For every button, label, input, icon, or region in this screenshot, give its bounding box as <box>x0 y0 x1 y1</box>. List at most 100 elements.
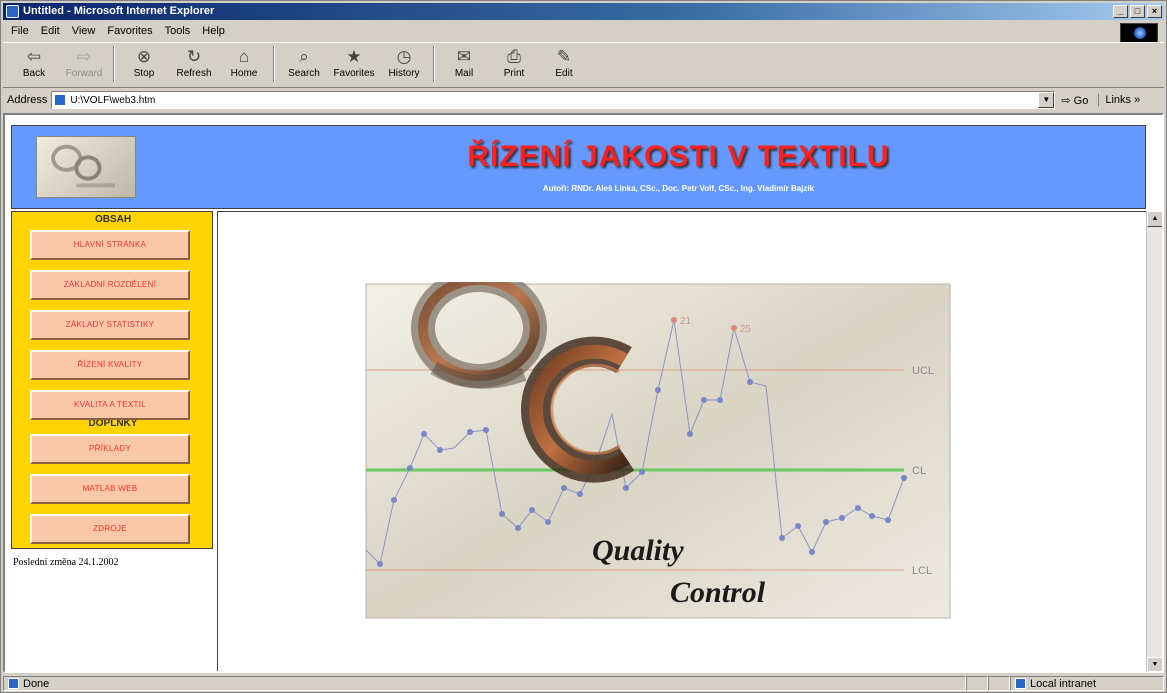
toolbar-label: Edit <box>555 68 573 79</box>
stop-button[interactable]: ⊗ Stop <box>119 46 169 86</box>
favorites-icon: ★ <box>346 47 362 66</box>
page-icon <box>54 94 67 106</box>
menu-favorites[interactable]: Favorites <box>107 22 152 40</box>
point-label-21: 21 <box>680 316 692 327</box>
vertical-scrollbar[interactable]: ▲ ▼ <box>1146 211 1162 671</box>
main-frame: UCL CL LCL 21 25 Quality Control <box>217 211 1146 671</box>
ie-throbber-logo <box>1120 23 1158 43</box>
search-button[interactable]: ⌕ Search <box>279 46 329 86</box>
nav-button[interactable]: ŘÍZENÍ KVALITY <box>30 350 190 380</box>
nav-button[interactable]: HLAVNÍ STRÁNKA <box>30 230 190 260</box>
status-text-panel: Done <box>3 676 966 691</box>
nav-button[interactable]: KVALITA A TEXTIL <box>30 390 190 420</box>
back-arrow-icon: ⇦ <box>26 47 42 66</box>
menu-file[interactable]: File <box>11 22 29 40</box>
menu-help[interactable]: Help <box>202 22 225 40</box>
search-icon: ⌕ <box>299 47 309 66</box>
address-dropdown-icon[interactable]: ▼ <box>1038 92 1055 108</box>
refresh-button[interactable]: ↻ Refresh <box>169 46 219 86</box>
toolbar-separator <box>113 46 115 82</box>
page-title: ŘÍZENÍ JAKOSTI V TEXTILU <box>467 140 890 173</box>
go-label: Go <box>1073 94 1089 107</box>
mail-button[interactable]: ✉ Mail <box>439 46 489 86</box>
scroll-up-icon[interactable]: ▲ <box>1147 211 1162 227</box>
go-button[interactable]: ⇨ Go <box>1061 94 1088 107</box>
quality-caption: Quality <box>592 534 684 567</box>
quality-control-image: UCL CL LCL 21 25 Quality Control <box>365 282 951 619</box>
cl-label: CL <box>912 465 926 477</box>
left-sidebar: OBSAH DOPLŇKY HLAVNÍ STRÁNKA ZÁKLADNÍ ROZ… <box>11 211 213 657</box>
address-value: U:\VOLF\web3.htm <box>70 94 156 106</box>
go-arrow-icon: ⇨ <box>1061 94 1071 107</box>
toolbar-separator <box>433 46 435 82</box>
security-zone-panel: Local intranet <box>1010 676 1164 691</box>
title-bar: Untitled - Microsoft Internet Explorer _… <box>3 3 1164 20</box>
ie-app-icon[interactable] <box>6 5 19 18</box>
menu-tools[interactable]: Tools <box>165 22 191 40</box>
extras-nav-button[interactable]: MATLAB WEB <box>30 474 190 504</box>
extras-nav-button[interactable]: PŘÍKLADY <box>30 434 190 464</box>
favorites-button[interactable]: ★ Favorites <box>329 46 379 86</box>
toolbar-label: Print <box>503 68 525 79</box>
edit-icon: ✎ <box>556 47 572 66</box>
status-cell <box>966 676 988 691</box>
toolbar-label: Search <box>288 68 320 79</box>
intranet-zone-icon <box>1015 678 1026 689</box>
contents-heading: OBSAH <box>94 214 132 225</box>
extras-nav-button[interactable]: ZDROJE <box>30 514 190 544</box>
menu-view[interactable]: View <box>72 22 96 40</box>
toolbar-label: Favorites <box>333 68 375 79</box>
forward-button[interactable]: ⇨ Forward <box>59 46 109 86</box>
history-icon: ◷ <box>396 47 412 66</box>
home-icon: ⌂ <box>238 47 250 66</box>
forward-arrow-icon: ⇨ <box>76 47 92 66</box>
address-label: Address <box>7 94 48 106</box>
address-field[interactable]: U:\VOLF\web3.htm ▼ <box>51 91 1056 109</box>
browser-window: Untitled - Microsoft Internet Explorer _… <box>0 0 1167 693</box>
close-button[interactable]: × <box>1147 5 1162 18</box>
links-button[interactable]: Links » <box>1098 94 1140 106</box>
toolbar-label: Home <box>230 68 258 79</box>
edit-button[interactable]: ✎ Edit <box>539 46 589 86</box>
page-content: ŘÍZENÍ JAKOSTI V TEXTILU Autoři: RNDr. A… <box>3 113 1164 673</box>
authors-line: Autoři: RNDr. Aleš Linka, CSc., Doc. Pet… <box>542 184 815 193</box>
navigation-panel: OBSAH DOPLŇKY HLAVNÍ STRÁNKA ZÁKLADNÍ ROZ… <box>11 211 213 549</box>
qc-logo-graphic <box>51 144 116 188</box>
status-cell <box>988 676 1010 691</box>
print-button[interactable]: ⎙ Print <box>489 46 539 86</box>
toolbar-label: History <box>388 68 420 79</box>
mail-icon: ✉ <box>456 47 472 66</box>
last-modified: Poslední změna 24.1.2002 <box>13 557 119 568</box>
page-done-icon <box>8 678 19 689</box>
home-button[interactable]: ⌂ Home <box>219 46 269 86</box>
status-text: Done <box>23 677 50 690</box>
toolbar-label: Back <box>22 68 46 79</box>
toolbar-label: Refresh <box>176 68 212 79</box>
print-icon: ⎙ <box>507 47 521 66</box>
menu-edit[interactable]: Edit <box>41 22 60 40</box>
toolbar-label: Mail <box>454 68 474 79</box>
address-bar: Address U:\VOLF\web3.htm ▼ ⇨ Go Links » <box>3 90 1164 110</box>
maximize-button[interactable]: □ <box>1130 5 1145 18</box>
back-button[interactable]: ⇦ Back <box>9 46 59 86</box>
qc-logo-image <box>36 136 136 198</box>
refresh-icon: ↻ <box>186 47 202 66</box>
toolbar-label: Forward <box>65 68 103 79</box>
page-banner: ŘÍZENÍ JAKOSTI V TEXTILU Autoři: RNDr. A… <box>11 125 1146 209</box>
menu-bar: File Edit View Favorites Tools Help <box>3 22 1164 40</box>
control-caption: Control <box>670 576 766 609</box>
status-bar: Done Local intranet <box>3 675 1164 692</box>
scroll-down-icon[interactable]: ▼ <box>1147 657 1162 671</box>
minimize-button[interactable]: _ <box>1113 5 1128 18</box>
window-title: Untitled - Microsoft Internet Explorer <box>23 5 215 17</box>
lcl-label: LCL <box>912 565 932 577</box>
point-label-25: 25 <box>740 324 752 335</box>
standard-toolbar: ⇦ Back ⇨ Forward ⊗ Stop ↻ Refresh ⌂ Home ⌕ Search ★ F… <box>3 42 1164 88</box>
zone-label: Local intranet <box>1030 677 1097 690</box>
nav-button[interactable]: ZÁKLADNÍ ROZDĚLENÍ <box>30 270 190 300</box>
toolbar-label: Stop <box>133 68 155 79</box>
history-button[interactable]: ◷ History <box>379 46 429 86</box>
stop-icon: ⊗ <box>136 47 152 66</box>
nav-button[interactable]: ZÁKLADY STATISTIKY <box>30 310 190 340</box>
toolbar-separator <box>273 46 275 82</box>
